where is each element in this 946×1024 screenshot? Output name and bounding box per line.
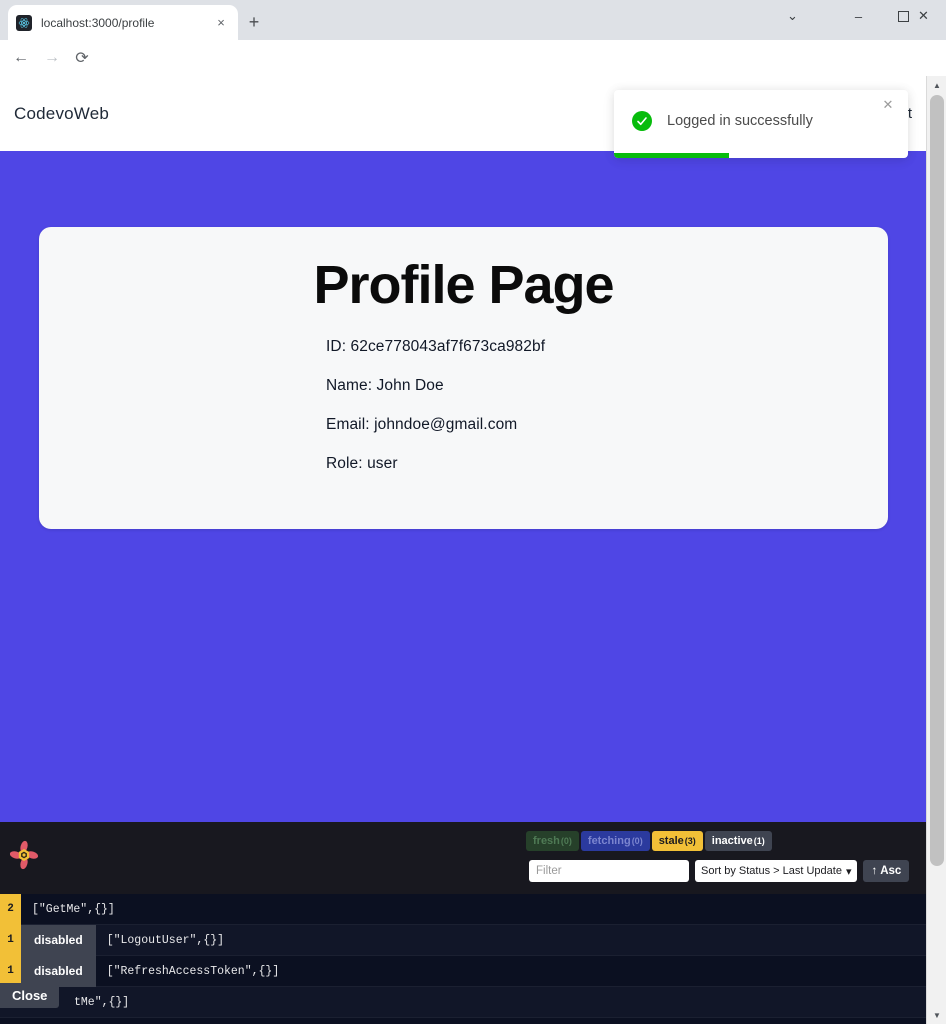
page-title: Profile Page bbox=[313, 255, 614, 315]
tab-close-icon[interactable]: × bbox=[212, 14, 230, 32]
browser-window: localhost:3000/profile × + ⌄ – ✕ ← → ⟳ i… bbox=[0, 0, 946, 1024]
new-tab-button[interactable]: + bbox=[243, 11, 265, 33]
badge-count-fetching: (0) bbox=[631, 836, 643, 846]
profile-name: Name: John Doe bbox=[326, 377, 444, 395]
tab-search-chevron-icon[interactable]: ⌄ bbox=[770, 0, 815, 32]
devtools-header: fresh (0) fetching (0) stale (3) inactive (1… bbox=[0, 822, 926, 894]
table-row[interactable]: 1 disabled ["LogoutUser",{}] bbox=[0, 924, 926, 956]
badge-label-fetching: fetching bbox=[587, 835, 631, 847]
query-key: ["GetMe",{}] bbox=[32, 902, 115, 916]
back-button[interactable]: ← bbox=[9, 46, 33, 70]
status-badge-stale[interactable]: stale (3) bbox=[651, 831, 703, 851]
toast-notification: Logged in successfully ✕ bbox=[614, 90, 908, 158]
toast-close-icon[interactable]: ✕ bbox=[879, 96, 897, 114]
badge-label-fresh: fresh bbox=[533, 835, 560, 847]
profile-card: Profile Page ID: 62ce778043af7f673ca982b… bbox=[39, 227, 888, 529]
badge-label-stale: stale bbox=[658, 835, 684, 847]
page-scrollbar[interactable]: ▲ ▼ bbox=[926, 76, 946, 1024]
browser-tab-title: localhost:3000/profile bbox=[41, 15, 155, 30]
badge-label-inactive: inactive bbox=[711, 835, 753, 847]
minimize-button[interactable]: – bbox=[836, 0, 881, 32]
query-disabled-badge: disabled bbox=[21, 955, 96, 987]
query-key: ["LogoutUser",{}] bbox=[106, 933, 225, 947]
arrow-up-icon: ↑ bbox=[871, 865, 878, 877]
close-window-button[interactable]: ✕ bbox=[901, 0, 946, 32]
scroll-up-arrow-icon[interactable]: ▲ bbox=[927, 76, 946, 94]
navbar-link-partial[interactable]: t bbox=[908, 105, 912, 122]
query-key: ["RefreshAccessToken",{}] bbox=[106, 964, 280, 978]
react-query-devtools-panel: fresh (0) fetching (0) stale (3) inactive (1… bbox=[0, 822, 926, 1024]
navbar-right-links: t bbox=[908, 76, 912, 151]
status-badge-fresh[interactable]: fresh (0) bbox=[526, 831, 579, 851]
chevron-down-icon: ▾ bbox=[845, 865, 852, 878]
table-row[interactable]: 2 ["GetMe",{}] bbox=[0, 893, 926, 925]
query-observer-count: 1 bbox=[0, 924, 21, 956]
table-row[interactable]: 1 disabled ["RefreshAccessToken",{}] bbox=[0, 955, 926, 987]
forward-button[interactable]: → bbox=[40, 46, 64, 70]
browser-tab-strip: localhost:3000/profile × + ⌄ – ✕ bbox=[0, 0, 946, 40]
devtools-query-list: 2 ["GetMe",{}] 1 disabled ["LogoutUser",… bbox=[0, 893, 926, 1018]
react-query-flower-logo-icon[interactable] bbox=[9, 840, 39, 870]
devtools-controls: Sort by Status > Last Update ▾ ↑ Asc bbox=[529, 860, 910, 882]
site-brand[interactable]: CodevoWeb bbox=[14, 104, 109, 124]
sort-select[interactable]: Sort by Status > Last Update ▾ bbox=[695, 860, 858, 882]
sort-direction-button[interactable]: ↑ Asc bbox=[863, 860, 910, 882]
query-disabled-badge: disabled bbox=[21, 924, 96, 956]
profile-email: Email: johndoe@gmail.com bbox=[326, 416, 518, 434]
toast-progress-bar bbox=[614, 153, 729, 158]
table-row[interactable]: tMe",{}] bbox=[0, 987, 926, 1018]
profile-role: Role: user bbox=[326, 455, 398, 473]
query-key: tMe",{}] bbox=[74, 995, 130, 1009]
browser-tab[interactable]: localhost:3000/profile × bbox=[8, 5, 238, 40]
sort-select-label: Sort by Status > Last Update bbox=[701, 865, 842, 877]
badge-count-inactive: (1) bbox=[753, 836, 765, 846]
success-check-icon bbox=[632, 111, 652, 131]
profile-id: ID: 62ce778043af7f673ca982bf bbox=[326, 338, 546, 356]
devtools-close-button[interactable]: Close bbox=[0, 983, 60, 1008]
badge-count-stale: (3) bbox=[684, 836, 696, 846]
filter-input[interactable] bbox=[529, 860, 689, 882]
devtools-status-badges: fresh (0) fetching (0) stale (3) inactive (1… bbox=[526, 831, 772, 851]
badge-count-fresh: (0) bbox=[560, 836, 572, 846]
status-badge-inactive[interactable]: inactive (1) bbox=[704, 831, 772, 851]
profile-details: ID: 62ce778043af7f673ca982bf Name: John … bbox=[39, 316, 888, 473]
sort-direction-label: Asc bbox=[880, 865, 902, 877]
scrollbar-thumb[interactable] bbox=[930, 95, 944, 866]
query-observer-count: 1 bbox=[0, 955, 21, 987]
reload-button[interactable]: ⟳ bbox=[70, 46, 94, 70]
toast-body: Logged in successfully bbox=[614, 90, 908, 152]
scroll-down-arrow-icon[interactable]: ▼ bbox=[927, 1006, 946, 1024]
status-badge-fetching[interactable]: fetching (0) bbox=[580, 831, 650, 851]
browser-toolbar: ← → ⟳ i localhost:3000/profile 12 bbox=[0, 40, 946, 111]
toast-message: Logged in successfully bbox=[667, 113, 813, 129]
react-logo-favicon-icon bbox=[16, 14, 32, 31]
query-observer-count: 2 bbox=[0, 893, 21, 925]
